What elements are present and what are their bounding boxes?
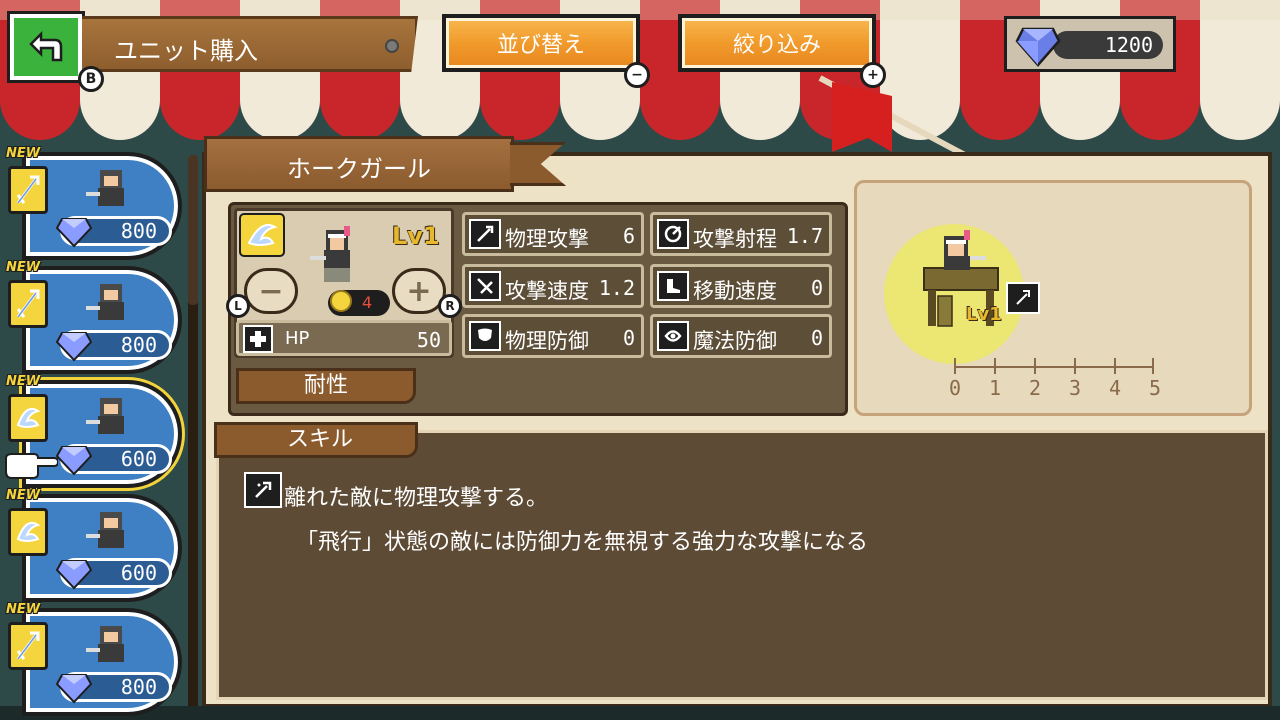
range-icon (657, 219, 689, 249)
diamond-icon (56, 560, 92, 590)
ruler-tick (1034, 358, 1036, 374)
new-badge: NEW (6, 260, 41, 275)
back-arrow-icon (29, 30, 63, 62)
ruler-label: 0 (948, 376, 962, 400)
physical-attack-icon (469, 219, 501, 249)
r-button-hint: R (438, 294, 462, 318)
plus-button-hint: + (860, 62, 886, 88)
ruler-label: 1 (988, 376, 1002, 400)
magic-shield-icon (657, 321, 689, 351)
page-title: ユニット購入 (114, 37, 258, 65)
filter-button-label: 絞り込み (682, 18, 872, 68)
new-badge: NEW (6, 146, 41, 161)
stat-label: 攻撃射程 (693, 227, 777, 251)
diamond-icon (56, 218, 92, 248)
back-button[interactable] (7, 11, 85, 83)
stat-physical-defense: 物理防御 0 (462, 314, 644, 358)
stat-label: 攻撃速度 (505, 279, 589, 303)
stat-value: 0 (622, 326, 635, 350)
filter-button[interactable]: 絞り込み (678, 14, 876, 72)
hp-stat: HP 50 (236, 320, 452, 356)
gem-count: 1200 (1053, 31, 1163, 59)
skill-description-line2: 「飛行」状態の敵には防御力を無視する強力な攻撃になる (296, 530, 869, 555)
b-button-hint: B (78, 66, 104, 92)
level-down-button[interactable]: − (244, 268, 298, 314)
stat-label: 魔法防御 (693, 329, 777, 353)
ruler-label: 2 (1028, 376, 1042, 400)
boot-icon (657, 271, 689, 301)
attack-speed-icon (469, 271, 501, 301)
stat-value: 0 (810, 276, 823, 300)
title-plank: ユニット購入 (82, 16, 418, 72)
stat-move-speed: 移動速度 0 (650, 264, 832, 308)
hawk-girl-sprite (86, 398, 124, 434)
stat-value: 6 (622, 224, 635, 248)
unit-name-tab: ホークガール (204, 136, 566, 192)
stat-label: 移動速度 (693, 279, 777, 303)
stat-physical-attack: 物理攻撃 6 (462, 212, 644, 256)
stat-value: 1.2 (598, 276, 635, 300)
ruler-label: 5 (1148, 376, 1162, 400)
green-thief-sprite (86, 512, 124, 548)
ruler-tick (954, 358, 956, 374)
ruler-tick (1074, 358, 1076, 374)
stat-value: 1.7 (786, 224, 823, 248)
l-button-hint: L (226, 294, 250, 318)
skill-panel (216, 430, 1268, 700)
black-ninja-sprite (86, 626, 124, 662)
diamond-icon (56, 674, 92, 704)
green-archer-sprite (86, 284, 124, 320)
ruler-tick (1152, 358, 1154, 374)
wind-class-icon (8, 394, 48, 442)
gem-counter: 1200 (1004, 16, 1176, 72)
sidebar-scrollbar-track[interactable] (188, 300, 198, 710)
wind-class-icon (8, 508, 48, 556)
hawk-girl-sprite (310, 226, 350, 282)
diamond-icon (56, 332, 92, 362)
diamond-icon (56, 446, 92, 476)
stat-attack-range: 攻撃射程 1.7 (650, 212, 832, 256)
sidebar-scrollbar-thumb[interactable] (188, 155, 198, 305)
health-cross-icon (243, 325, 273, 353)
preview-level: Lv1 (966, 304, 1002, 325)
shield-icon (469, 321, 501, 351)
sword-class-icon (8, 622, 48, 670)
bottom-floor (0, 706, 1280, 720)
ruler-tick (1114, 358, 1116, 374)
unit-name: ホークガール (287, 155, 431, 183)
stat-label: 物理防御 (505, 329, 589, 353)
sort-button-label: 並び替え (446, 18, 636, 68)
new-badge: NEW (6, 488, 41, 503)
plus-icon: + (406, 273, 432, 309)
ruler-tick (994, 358, 996, 374)
skill-tab[interactable]: スキル (214, 422, 418, 458)
coin-icon (330, 290, 352, 312)
range-ruler: 0 1 2 3 4 5 (949, 356, 1161, 400)
pointing-hand-icon (5, 453, 58, 479)
sword-class-icon (8, 280, 48, 328)
minus-icon: − (258, 273, 284, 309)
sort-button[interactable]: 並び替え (442, 14, 640, 72)
skill-description-line1: 離れた敵に物理攻撃する。 (284, 486, 549, 511)
ruler-label: 4 (1108, 376, 1122, 400)
hp-label: HP (285, 328, 310, 349)
new-badge: NEW (6, 602, 41, 617)
ranged-attack-skill-icon (244, 472, 282, 508)
sword-class-icon (8, 166, 48, 214)
nail-icon (385, 39, 399, 53)
wind-class-icon (239, 213, 285, 257)
ruler-label: 3 (1068, 376, 1082, 400)
stat-attack-speed: 攻撃速度 1.2 (462, 264, 644, 308)
hp-value: 50 (416, 328, 441, 352)
unit-level: Lv1 (392, 222, 440, 250)
stat-magic-defense: 魔法防御 0 (650, 314, 832, 358)
diamond-icon (1015, 27, 1061, 67)
resistance-tab[interactable]: 耐性 (236, 368, 416, 404)
skill-badge-icon (1006, 282, 1040, 314)
viking-warrior-sprite (86, 170, 124, 206)
new-badge: NEW (6, 374, 41, 389)
stat-label: 物理攻撃 (505, 227, 589, 251)
stat-value: 0 (810, 326, 823, 350)
minus-button-hint: − (624, 62, 650, 88)
